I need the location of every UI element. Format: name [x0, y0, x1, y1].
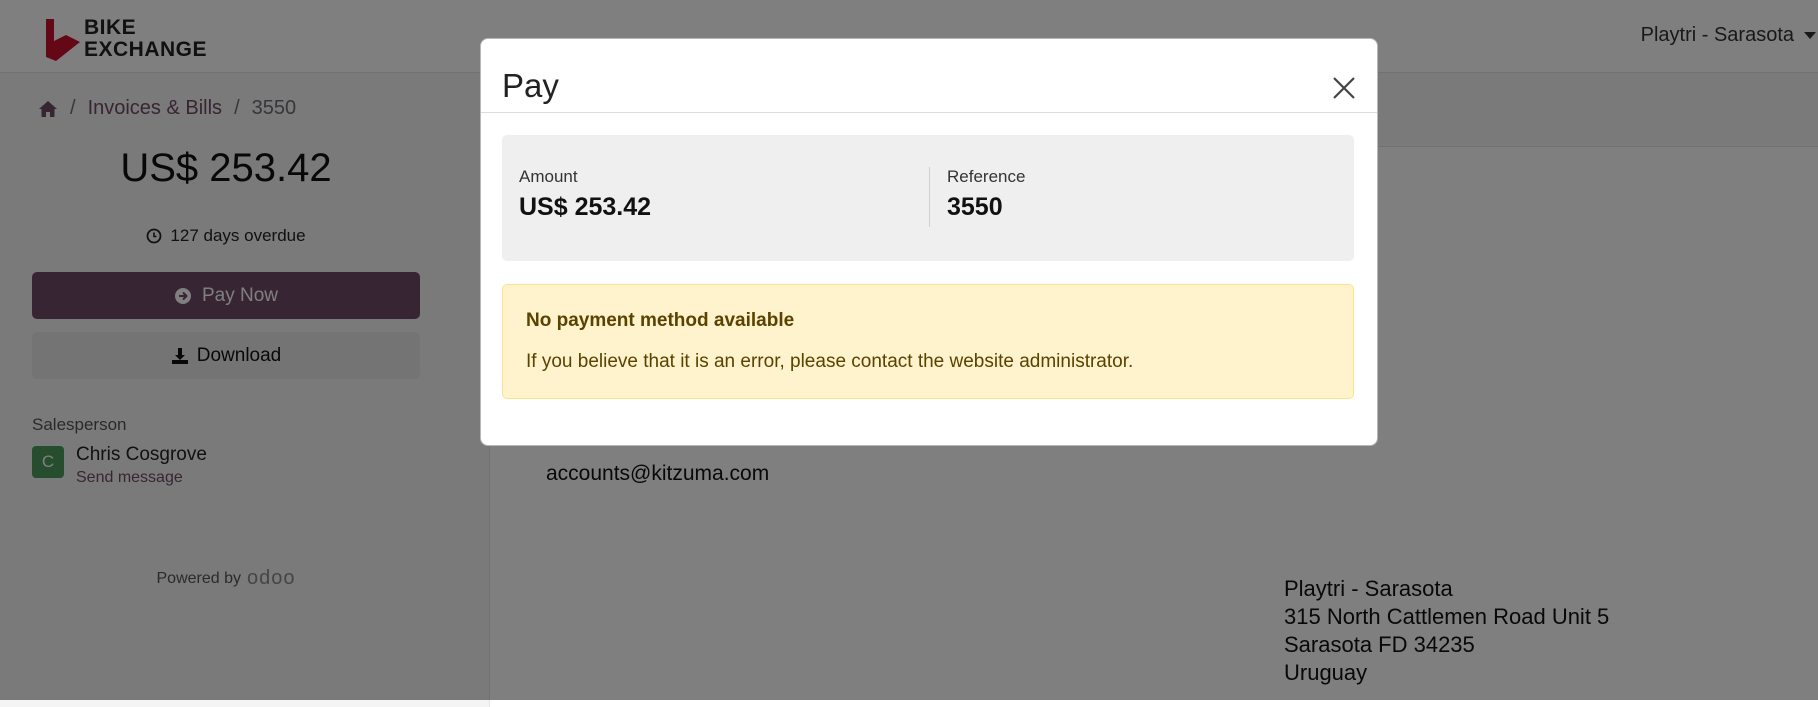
reference-section: Reference 3550 [947, 167, 1025, 222]
reference-label: Reference [947, 167, 1026, 186]
alert-message: If you believe that it is an error, plea… [526, 351, 1134, 372]
summary-divider [929, 167, 930, 227]
no-payment-method-alert: No payment method available If you belie… [502, 284, 1354, 399]
close-icon[interactable] [1331, 75, 1357, 101]
alert-title: No payment method available [526, 310, 795, 331]
modal-title: Pay [502, 67, 559, 104]
reference-value: 3550 [947, 193, 1003, 221]
payment-summary: Amount US$ 253.42 Reference 3550 [502, 135, 1354, 261]
pay-modal: Pay Amount US$ 253.42 Reference 3550 No … [480, 38, 1378, 446]
amount-value: US$ 253.42 [519, 193, 652, 221]
amount-label: Amount [519, 167, 578, 186]
amount-section: Amount US$ 253.42 [519, 167, 651, 222]
modal-header: Pay [481, 39, 1377, 113]
